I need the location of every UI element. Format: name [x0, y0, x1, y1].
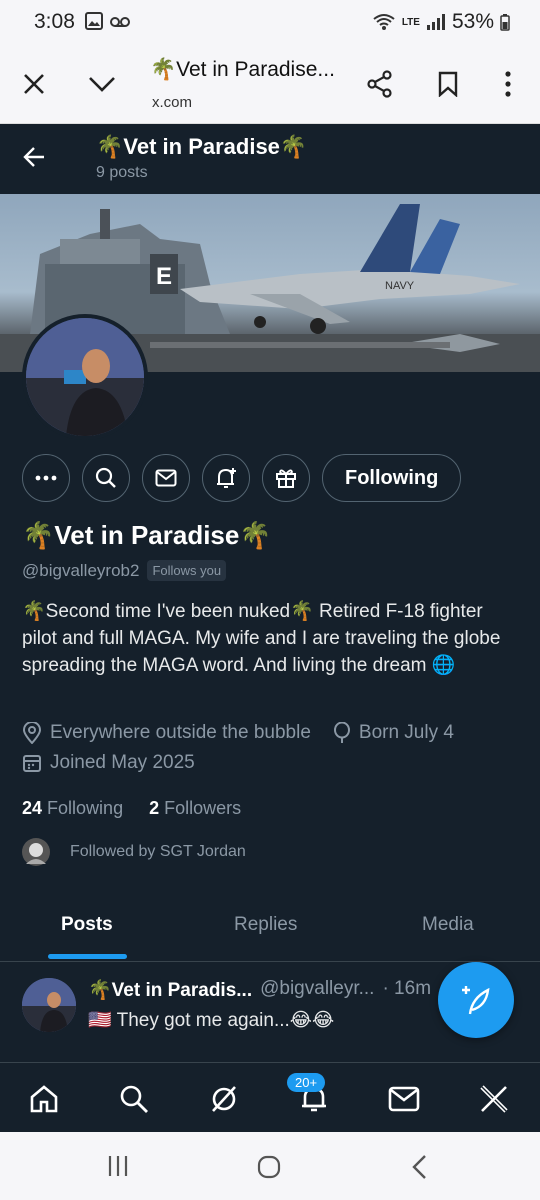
post-count: 9 posts — [96, 164, 148, 181]
x-logo-icon — [480, 1085, 508, 1113]
nav-x[interactable] — [476, 1081, 512, 1117]
share-button[interactable] — [362, 66, 398, 102]
following-stat[interactable]: 24 Following — [22, 798, 123, 819]
profile-location: Everywhere outside the bubble — [50, 722, 311, 743]
battery-icon — [500, 14, 510, 31]
arrow-left-icon — [23, 147, 44, 167]
nav-home[interactable] — [26, 1081, 62, 1117]
back-chevron-icon[interactable] — [410, 1154, 430, 1180]
post-text: 🇺🇸 They got me again...😂😂 — [88, 1010, 335, 1031]
chevron-down-icon — [89, 77, 115, 92]
post-time: · 16m — [382, 978, 432, 999]
message-button[interactable] — [142, 454, 190, 502]
mail-icon — [155, 469, 177, 487]
profile-meta-row-2: Joined May 2025 — [22, 752, 195, 774]
status-right: LTE 53% — [372, 10, 510, 34]
profile-actions: Following — [22, 454, 462, 502]
share-icon — [367, 70, 392, 98]
minimize-tab-button[interactable] — [84, 66, 120, 102]
bottom-nav: 20+ — [0, 1062, 540, 1132]
profile-meta-row-1: Everywhere outside the bubble Born July … — [22, 722, 454, 744]
battery-percent: 53% — [451, 10, 494, 33]
close-icon — [24, 74, 44, 94]
gift-icon — [276, 469, 296, 488]
compose-post-button[interactable] — [438, 962, 514, 1038]
followers-count: 2 — [149, 798, 160, 818]
post-author-handle: @bigvalleyr... — [260, 978, 375, 999]
nav-search[interactable] — [116, 1081, 152, 1117]
system-nav-bar — [0, 1132, 540, 1200]
profile-page: 🌴Vet in Paradise🌴 9 posts E NAVY Followi… — [0, 124, 540, 1132]
vertical-dots-icon — [505, 71, 511, 97]
followed-by-text: Followed by SGT Jordan — [70, 843, 246, 860]
signal-icon — [426, 14, 445, 30]
profile-bio: 🌴Second time I've been nuked🌴 Retired F-… — [22, 601, 501, 676]
banner-tail-text: NAVY — [385, 280, 415, 292]
status-time: 3:08 — [34, 10, 75, 33]
tab-posts[interactable]: Posts — [61, 914, 113, 936]
wifi-icon — [373, 14, 395, 30]
location-icon — [22, 722, 42, 744]
profile-joined: Joined May 2025 — [50, 752, 195, 773]
gallery-icon — [85, 12, 103, 30]
profile-handle-row: @bigvalleyrob2 Follows you — [22, 560, 227, 581]
calendar-icon — [23, 755, 41, 772]
post-avatar-image — [22, 978, 76, 1032]
browser-page-title: 🌴Vet in Paradise... — [150, 58, 335, 81]
tab-replies[interactable]: Replies — [234, 914, 297, 936]
status-notification-icons — [85, 12, 131, 30]
mail-icon — [388, 1086, 420, 1112]
profile-top-header: 🌴Vet in Paradise🌴 9 posts — [0, 124, 540, 194]
gift-button[interactable] — [262, 454, 310, 502]
home-circle-icon[interactable] — [256, 1154, 282, 1180]
profile-name: 🌴Vet in Paradise🌴 — [22, 520, 272, 550]
voicemail-icon — [110, 17, 130, 27]
home-icon — [30, 1085, 58, 1113]
search-icon — [120, 1085, 148, 1113]
browser-toolbar: 🌴Vet in Paradise... x.com — [0, 46, 540, 124]
post-avatar[interactable] — [22, 978, 76, 1032]
active-tab-indicator — [48, 954, 127, 959]
more-options-button[interactable] — [22, 454, 70, 502]
nav-grok[interactable] — [206, 1081, 242, 1117]
profile-birthday: Born July 4 — [358, 722, 454, 743]
follows-you-badge: Follows you — [147, 560, 227, 581]
followers-label: Followers — [164, 798, 242, 818]
profile-tabs: Posts Replies Media — [0, 896, 540, 962]
post-author-name: 🌴Vet in Paradis... — [88, 980, 253, 1001]
close-tab-button[interactable] — [16, 66, 52, 102]
network-label: LTE — [401, 16, 420, 28]
recent-apps-icon[interactable] — [106, 1154, 130, 1178]
following-button[interactable]: Following — [322, 454, 462, 502]
status-bar: 3:08 LTE 53% — [0, 0, 540, 46]
more-menu-button[interactable] — [490, 66, 526, 102]
avatar-image — [26, 318, 144, 436]
back-button[interactable] — [22, 144, 48, 175]
profile-stats: 24 Following 2 Followers — [22, 798, 241, 819]
following-count: 24 — [22, 798, 43, 818]
search-icon — [95, 467, 116, 488]
tab-media[interactable]: Media — [422, 914, 474, 936]
bookmark-button[interactable] — [430, 66, 466, 102]
feather-plus-icon — [462, 986, 490, 1015]
banner-island-letter: E — [156, 263, 172, 290]
follower-avatar — [22, 838, 50, 866]
post-header: 🌴Vet in Paradis... @bigvalleyr... · 16m — [88, 978, 431, 1002]
notify-button[interactable] — [202, 454, 250, 502]
followed-by-row[interactable]: Followed by SGT Jordan — [22, 838, 246, 866]
header-profile-name: 🌴Vet in Paradise🌴 — [96, 134, 308, 159]
browser-domain: x.com — [152, 94, 193, 111]
nav-messages[interactable] — [386, 1081, 422, 1117]
search-profile-button[interactable] — [82, 454, 130, 502]
followers-stat[interactable]: 2 Followers — [149, 798, 241, 819]
profile-avatar[interactable] — [22, 314, 148, 440]
horizontal-dots-icon — [35, 475, 57, 481]
grok-icon — [212, 1086, 236, 1112]
bell-plus-icon — [217, 468, 236, 488]
balloon-icon — [333, 722, 350, 743]
profile-handle: @bigvalleyrob2 — [22, 560, 140, 580]
following-label: Following — [47, 798, 124, 818]
notifications-badge: 20+ — [287, 1073, 326, 1092]
bookmark-icon — [438, 71, 458, 97]
